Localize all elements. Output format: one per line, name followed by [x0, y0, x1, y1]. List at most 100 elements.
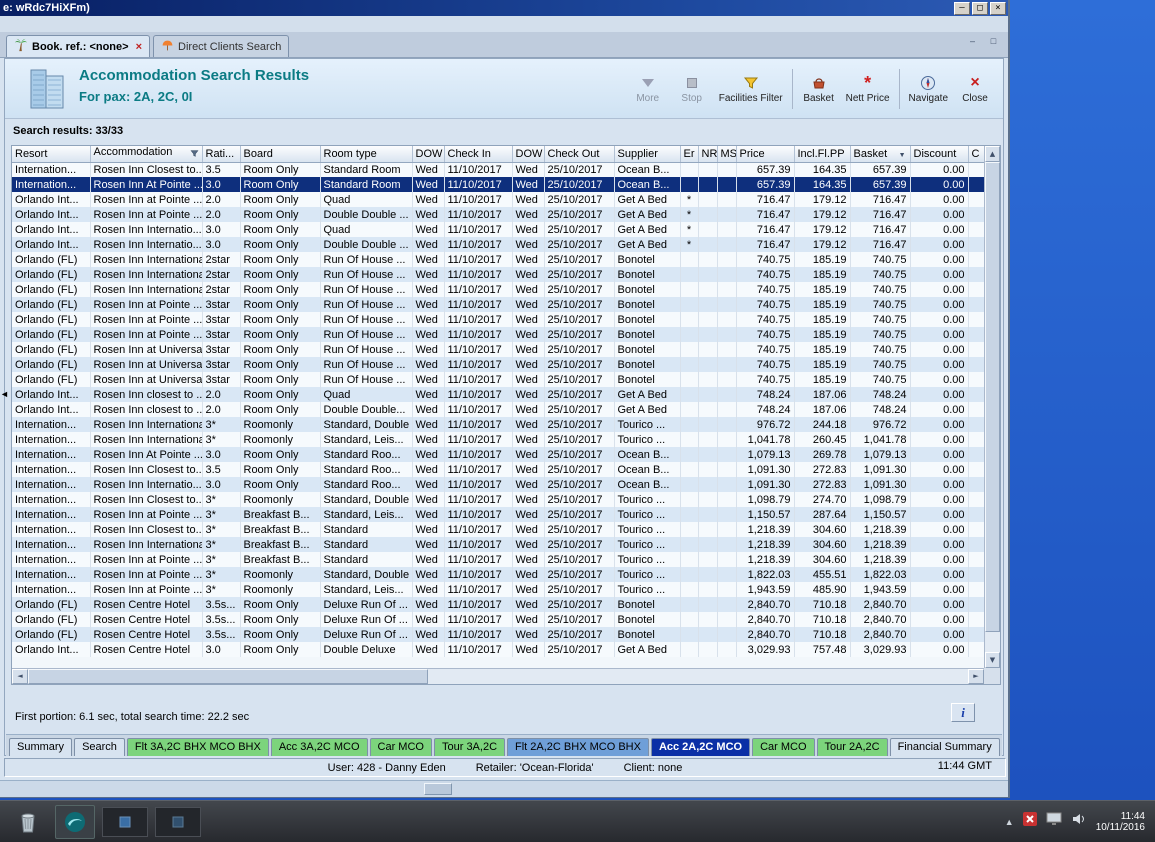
bottom-tab-car-mco[interactable]: Car MCO [752, 738, 815, 756]
table-row[interactable]: Orlando (FL) Rosen Inn International 2star… [12, 252, 984, 267]
table-row[interactable]: Internation... Rosen Inn At Pointe ... 3.0… [12, 447, 984, 462]
cell [698, 522, 718, 537]
table-row[interactable]: Orlando (FL) Rosen Centre Hotel 3.5s... Roo… [12, 627, 984, 642]
tab-close-icon[interactable]: × [136, 41, 142, 53]
table-row[interactable]: Orlando Int... Rosen Inn closest to ... 2.… [12, 387, 984, 402]
recycle-bin-icon[interactable] [8, 805, 48, 839]
bottom-tab-tour-2a-2c[interactable]: Tour 2A,2C [816, 738, 888, 756]
toolbar-button-basket[interactable]: Basket [797, 63, 841, 115]
taskbar-app-button[interactable] [55, 804, 95, 839]
table-row[interactable]: Internation... Rosen Inn at Pointe ... 3* R… [12, 567, 984, 582]
table-row[interactable]: Internation... Rosen Inn At Pointe ... 3.0… [12, 177, 984, 192]
taskbar-window-button[interactable] [102, 806, 148, 837]
table-row[interactable]: Internation... Rosen Inn International 3* B… [12, 537, 984, 552]
bottom-tab-summary[interactable]: Summary [9, 738, 73, 756]
table-row[interactable]: Orlando (FL) Rosen Inn at Pointe ... 3star… [12, 327, 984, 342]
toolbar-button-close[interactable]: × Close [953, 63, 997, 115]
bottom-tab-car-mco[interactable]: Car MCO [369, 738, 432, 756]
window-minimize-button[interactable]: – [954, 1, 970, 15]
grid-vertical-scrollbar[interactable]: ▲ ▼ [984, 146, 1000, 668]
column-header-incl-fl-pp[interactable]: Incl.Fl.PP [794, 146, 851, 163]
table-row[interactable]: Orlando (FL) Rosen Inn at Universal 3star R… [12, 342, 984, 357]
column-header-dow[interactable]: DOW [412, 146, 445, 163]
table-row[interactable]: Orlando (FL) Rosen Inn at Pointe ... 3star… [12, 297, 984, 312]
table-row[interactable]: Orlando Int... Rosen Inn Internatio... 3.0… [12, 237, 984, 252]
table-row[interactable]: Internation... Rosen Inn International 3* R… [12, 432, 984, 447]
column-header-er[interactable]: Er [680, 146, 699, 163]
bottom-tab-flt-3a-2c-bhx-mco-bhx[interactable]: Flt 3A,2C BHX MCO BHX [126, 738, 269, 756]
table-row[interactable]: Orlando Int... Rosen Inn at Pointe ... 2.0… [12, 192, 984, 207]
table-row[interactable]: Internation... Rosen Inn Closest to... 3.5… [12, 462, 984, 477]
panel-minimize-icon[interactable]: – [966, 36, 979, 48]
toolbar-button-facilities-filter[interactable]: Facilities Filter [714, 63, 788, 115]
table-row[interactable]: Internation... Rosen Inn International 3* R… [12, 417, 984, 432]
bottom-tab-flt-2a-2c-bhx-mco-bhx[interactable]: Flt 2A,2C BHX MCO BHX [507, 738, 649, 756]
table-row[interactable]: Orlando (FL) Rosen Inn at Universal 3star R… [12, 372, 984, 387]
table-row[interactable]: Orlando (FL) Rosen Inn International 2star… [12, 267, 984, 282]
vertical-scroll-thumb[interactable] [985, 162, 1000, 632]
bottom-tab-tour-3a-2c[interactable]: Tour 3A,2C [433, 738, 506, 756]
display-tray-icon[interactable] [1046, 812, 1062, 831]
table-row[interactable]: Internation... Rosen Inn Closest to... 3* R… [12, 492, 984, 507]
column-header-basket[interactable]: Basket ▼ [850, 146, 911, 163]
table-row[interactable]: Internation... Rosen Inn Internatio... 3.0… [12, 477, 984, 492]
window-titlebar[interactable]: e: wRdc7HiXFm) – □ × [0, 0, 1008, 16]
taskbar-window-button[interactable] [155, 806, 201, 837]
alert-tray-icon[interactable] [1022, 812, 1037, 831]
table-row[interactable]: Orlando Int... Rosen Inn closest to ... 2.… [12, 402, 984, 417]
column-header-rati[interactable]: Rati... [202, 146, 241, 163]
table-row[interactable]: Internation... Rosen Inn at Pointe ... 3* B… [12, 552, 984, 567]
table-row[interactable]: Orlando (FL) Rosen Inn at Pointe ... 3star… [12, 312, 984, 327]
scroll-right-icon[interactable]: ► [968, 669, 984, 684]
bottom-tab-acc-3a-2c-mco[interactable]: Acc 3A,2C MCO [270, 738, 368, 756]
column-header-price[interactable]: Price [736, 146, 795, 163]
column-header-c[interactable]: C [968, 146, 984, 163]
scroll-up-icon[interactable]: ▲ [985, 146, 1000, 162]
table-row[interactable]: Orlando Int... Rosen Centre Hotel 3.0 Room … [12, 642, 984, 657]
info-button[interactable]: i [951, 703, 975, 722]
column-header-supplier[interactable]: Supplier [614, 146, 681, 163]
bottom-tab-search[interactable]: Search [74, 738, 125, 756]
tab-booking-ref[interactable]: Book. ref.: <none> × [6, 35, 151, 57]
bottom-tab-acc-2a-2c-mco[interactable]: Acc 2A,2C MCO [650, 738, 751, 756]
window-maximize-button[interactable]: □ [972, 1, 988, 15]
filter-icon[interactable] [190, 149, 199, 161]
column-header-check-in[interactable]: Check In [444, 146, 513, 163]
scroll-left-icon[interactable]: ◄ [12, 669, 28, 684]
table-row[interactable]: Orlando (FL) Rosen Centre Hotel 3.5s... Roo… [12, 597, 984, 612]
column-header-dow[interactable]: DOW [512, 146, 545, 163]
table-row[interactable]: Orlando Int... Rosen Inn at Pointe ... 2.0… [12, 207, 984, 222]
table-row[interactable]: Internation... Rosen Inn at Pointe ... 3* B… [12, 507, 984, 522]
window-scroll-thumb[interactable] [424, 783, 452, 795]
table-row[interactable]: Orlando (FL) Rosen Inn International 2star… [12, 282, 984, 297]
table-row[interactable]: Orlando (FL) Rosen Centre Hotel 3.5s... Roo… [12, 612, 984, 627]
panel-handle[interactable]: ◄ [0, 388, 9, 400]
column-header-ms[interactable]: MS [717, 146, 737, 163]
window-close-button[interactable]: × [990, 1, 1006, 15]
horizontal-scroll-thumb[interactable] [28, 669, 428, 684]
table-row[interactable]: Orlando Int... Rosen Inn Internatio... 3.0… [12, 222, 984, 237]
table-row[interactable]: Internation... Rosen Inn Closest to... 3* B… [12, 522, 984, 537]
column-header-accommodation[interactable]: Accommodation [90, 146, 203, 163]
panel-restore-icon[interactable]: □ [987, 36, 1000, 48]
column-header-resort[interactable]: Resort [12, 146, 91, 163]
tab-direct-clients-search[interactable]: Direct Clients Search [153, 35, 290, 57]
taskbar-clock[interactable]: 11:44 10/11/2016 [1096, 811, 1145, 833]
table-row[interactable]: Internation... Rosen Inn Closest to... 3.5… [12, 162, 984, 177]
table-row[interactable]: Orlando (FL) Rosen Inn at Universal 3star R… [12, 357, 984, 372]
hidden-icons-chevron-icon[interactable]: ▲ [1005, 817, 1014, 827]
column-header-room-type[interactable]: Room type [320, 146, 413, 163]
column-header-discount[interactable]: Discount [910, 146, 969, 163]
window-horizontal-scrollbar[interactable] [0, 780, 1008, 797]
column-header-check-out[interactable]: Check Out [544, 146, 615, 163]
bottom-tab-financial-summary[interactable]: Financial Summary [889, 738, 1000, 756]
grid-horizontal-scrollbar[interactable]: ◄ ► [12, 668, 984, 684]
scroll-down-icon[interactable]: ▼ [985, 652, 1000, 668]
toolbar-button-navigate[interactable]: Navigate [904, 63, 953, 115]
table-row[interactable]: Internation... Rosen Inn at Pointe ... 3* R… [12, 582, 984, 597]
toolbar-button-nett-price[interactable]: * Nett Price [841, 63, 895, 115]
column-header-board[interactable]: Board [240, 146, 321, 163]
cell: 740.75 [850, 312, 911, 327]
column-header-nr[interactable]: NR [698, 146, 718, 163]
speaker-icon[interactable] [1071, 812, 1087, 831]
